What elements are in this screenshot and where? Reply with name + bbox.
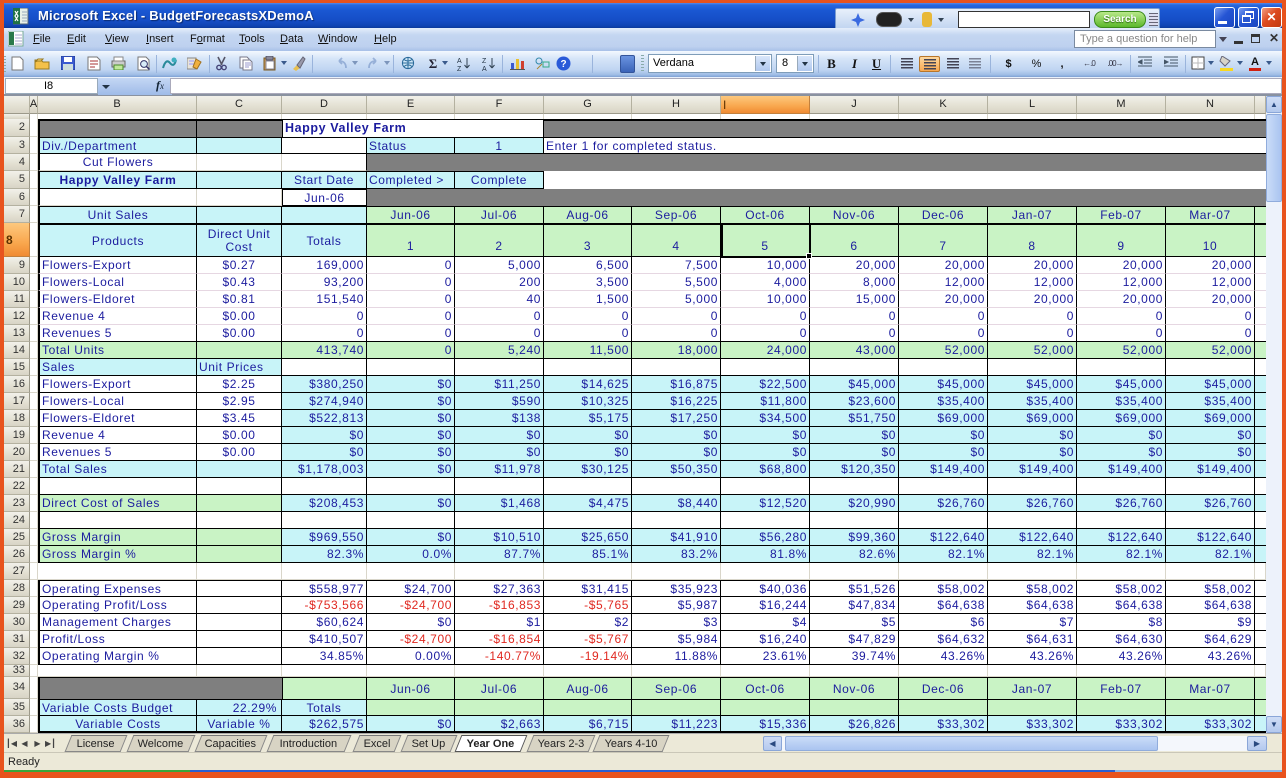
svg-text:Z: Z <box>457 66 462 71</box>
svg-text:A: A <box>482 66 487 71</box>
svg-text:?: ? <box>561 59 567 70</box>
svg-text:A: A <box>457 58 462 65</box>
svg-text:Z: Z <box>482 58 487 65</box>
